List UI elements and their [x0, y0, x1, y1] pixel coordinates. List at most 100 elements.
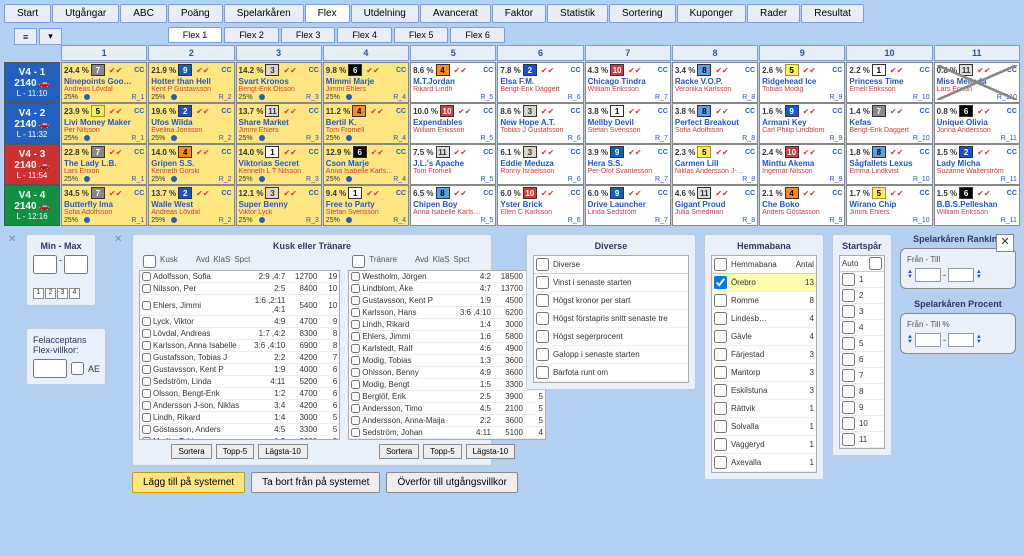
horse-cell[interactable]: 3.9 %9✔✔CCHera S.S.Per-Olof SvantessonR_…	[585, 144, 671, 185]
horse-cell[interactable]: 13.7 %2✔✔CCWalle WestAndreas Lövdal25%R_…	[148, 185, 234, 226]
panel-handle[interactable]: ✕	[8, 234, 18, 245]
hemma-option[interactable]: Mantorp3	[712, 364, 816, 382]
table-row[interactable]: Sedström, Linda4:1152006	[140, 376, 339, 388]
hemma-option[interactable]: Romme8	[712, 292, 816, 310]
table-row[interactable]: Modig, Tobias1:336005	[140, 436, 339, 440]
subnav-5[interactable]: Flex 6	[450, 27, 505, 43]
rank-from-input[interactable]	[915, 268, 941, 282]
pct-to-input[interactable]	[948, 333, 974, 347]
btn-topp-5[interactable]: Topp-5	[423, 444, 461, 459]
hemma-option[interactable]: Färjestad3	[712, 346, 816, 364]
nav-resultat[interactable]: Resultat	[801, 4, 864, 23]
horse-cell[interactable]: 23.9 %5✔✔CCLivi Money MakerPer Nilsson25…	[61, 103, 147, 144]
table-row[interactable]: Karlsson, Anna Isabelle3:6 ,4:1069008	[140, 340, 339, 352]
table-row[interactable]: Andersson, Timo4:521005	[349, 403, 545, 415]
minmax-3[interactable]: 3	[57, 288, 68, 299]
spin-up-icon[interactable]: ▲▼	[907, 335, 913, 345]
table-row[interactable]: Lindh, Rikard1:430005	[140, 412, 339, 424]
spin-down-icon[interactable]: ▲▼	[976, 335, 982, 345]
table-row[interactable]: Lindblom, Åke4:71370010	[349, 283, 545, 295]
horse-cell[interactable]: 9.4 %1✔✔CCFree to PartyStefan Svensson25…	[323, 185, 409, 226]
btn-lägsta-10[interactable]: Lägsta-10	[466, 444, 516, 459]
table-row[interactable]: Gustavsson, Kent P1:9450010	[349, 295, 545, 307]
nav-spelarkåren[interactable]: Spelarkåren	[224, 4, 304, 23]
diverse-all-checkbox[interactable]	[536, 258, 549, 271]
horse-cell[interactable]: 2.1 %4✔✔CCChe BokoAnders GöstassonR_9	[759, 185, 845, 226]
kusk-checkbox[interactable]	[143, 255, 156, 268]
subnav-1[interactable]: Flex 2	[224, 27, 279, 43]
hemma-option[interactable]: Örebro13	[712, 274, 816, 292]
table-row[interactable]: Modig, Bengt1:533006	[349, 379, 545, 391]
hemma-option[interactable]: Axevalla1	[712, 454, 816, 472]
spin-down-icon[interactable]: ▲▼	[976, 270, 982, 280]
horse-cell[interactable]: 0.8 %11✔✔CCMiss MelindaLars ErixonR_110	[934, 62, 1020, 103]
diverse-option[interactable]: Högst kronor per start	[534, 292, 688, 310]
nav-rader[interactable]: Rader	[747, 4, 800, 23]
max-input[interactable]	[64, 255, 88, 274]
ae-checkbox[interactable]	[71, 362, 84, 375]
nav-statistik[interactable]: Statistik	[547, 4, 608, 23]
hemma-option[interactable]: Solvalla1	[712, 418, 816, 436]
diverse-option[interactable]: Galopp i senaste starten	[534, 346, 688, 364]
horse-cell[interactable]: 6.5 %8✔✔CCChipen BoyAnna Isabelle Karls……	[410, 185, 496, 226]
horse-cell[interactable]: 14.0 %4✔✔CCGripen S.S.Kenneth Gorski25%R…	[148, 144, 234, 185]
horse-cell[interactable]: 3.4 %8✔✔CCRacke V.O.P.Veronika KarlssonR…	[672, 62, 758, 103]
subnav-2[interactable]: Flex 3	[281, 27, 336, 43]
horse-cell[interactable]: 8.6 %4✔✔CCM.T.JordanRikard LindhR_5	[410, 62, 496, 103]
hemma-option[interactable]: Lindesberg4	[712, 310, 816, 328]
startspar-row[interactable]: 1	[840, 272, 884, 288]
horse-cell[interactable]: 1.7 %5✔✔CCWirano ChipJimmi EhlersR_10	[846, 185, 932, 226]
nav-avancerat[interactable]: Avancerat	[420, 4, 491, 23]
horse-cell[interactable]: 34.5 %7✔✔CCButterfly ImaSofia Adolfsson2…	[61, 185, 147, 226]
tranare-checkbox[interactable]	[352, 255, 365, 268]
horse-cell[interactable]: 7.5 %11✔✔CCJ.L.'s ApacheTom FromellR_5	[410, 144, 496, 185]
horse-cell[interactable]: 1.8 %8✔✔CCSågfallets LexusEmma Lindkvist…	[846, 144, 932, 185]
table-row[interactable]: Lindh, Rikard1:430006	[349, 319, 545, 331]
horse-cell[interactable]: 6.0 %10✔✔CCYster BrickEllen C KarlssonR_…	[497, 185, 583, 226]
horse-cell[interactable]: 2.6 %5✔✔CCRidgehead IceTobias ModigR_9	[759, 62, 845, 103]
pct-from-input[interactable]	[915, 333, 941, 347]
startspar-row[interactable]: 7	[840, 368, 884, 384]
subnav-3[interactable]: Flex 4	[337, 27, 392, 43]
subnav-0[interactable]: Flex 1	[168, 27, 223, 43]
horse-cell[interactable]: 2.3 %5✔✔CCCarmen LillNiklas Andersson J-…	[672, 144, 758, 185]
table-row[interactable]: Gustavsson, Kent P1:940006	[140, 364, 339, 376]
horse-cell[interactable]: 24.4 %7✔✔CCNinepoints Goo…Andreas Lövdal…	[61, 62, 147, 103]
nav-utgångar[interactable]: Utgångar	[52, 4, 119, 23]
nav-start[interactable]: Start	[4, 4, 51, 23]
diverse-option[interactable]: Högst segerprocent	[534, 328, 688, 346]
fela-input[interactable]	[33, 359, 67, 378]
race-label[interactable]: V4 - 32140 🚗L - 11:54	[4, 144, 60, 185]
startspar-row[interactable]: 5	[840, 336, 884, 352]
horse-cell[interactable]: 4.3 %10✔✔CCChicago TindraWilliam Eriksso…	[585, 62, 671, 103]
horse-cell[interactable]: 3.8 %1✔✔CCMellby DevilStefan SvenssonR_7	[585, 103, 671, 144]
horse-cell[interactable]: 14.0 %1✔✔CCViktorias SecretKenneth L T N…	[236, 144, 322, 185]
horse-cell[interactable]: 13.7 %11✔✔CCShare MarketJimmi Ehlers25%R…	[236, 103, 322, 144]
table-row[interactable]: Westholm, Jörgen4:21850014	[349, 271, 545, 283]
hemma-option[interactable]: Gävle4	[712, 328, 816, 346]
horse-cell[interactable]: 3.8 %8✔✔CCPerfect BreakoutSofia Adolfsso…	[672, 103, 758, 144]
action-2[interactable]: Överför till utgångsvillkor	[386, 472, 517, 493]
minmax-1[interactable]: 1	[33, 288, 44, 299]
startspar-row[interactable]: 11	[840, 432, 884, 448]
race-label[interactable]: V4 - 42140 🚗L - 12:16	[4, 185, 60, 226]
subnav-4[interactable]: Flex 5	[394, 27, 449, 43]
table-row[interactable]: Ehlers, Jimmi1:658006	[349, 331, 545, 343]
horse-cell[interactable]: 1.4 %7✔✔CCKefasBengt-Erik DaggertR_10	[846, 103, 932, 144]
action-0[interactable]: Lägg till på systemet	[132, 472, 245, 493]
horse-cell[interactable]: 9.8 %6✔✔CCMimmi MarjeJimmi Ehlers25%R_4	[323, 62, 409, 103]
horse-cell[interactable]: 6.1 %3✔✔CCEddie MeduzaRonny IsraelssonR_…	[497, 144, 583, 185]
btn-sortera[interactable]: Sortera	[379, 444, 419, 459]
nav-utdelning[interactable]: Utdelning	[351, 4, 419, 23]
startspar-row[interactable]: 8	[840, 384, 884, 400]
table-row[interactable]: Andersson J-son, Niklas3:442006	[140, 400, 339, 412]
nav-poäng[interactable]: Poäng	[168, 4, 223, 23]
minmax-2[interactable]: 2	[45, 288, 56, 299]
horse-cell[interactable]: 11.2 %4✔✔CCBertil K.Tom Fromell25%R_4	[323, 103, 409, 144]
toolbar-btn-1[interactable]: ≡	[14, 28, 37, 45]
horse-cell[interactable]: 1.5 %6✔✔CCB.B.S.PelleshanWilliam Eriksso…	[934, 185, 1020, 226]
startspar-row[interactable]: 3	[840, 304, 884, 320]
table-row[interactable]: Sedström, Johan4:1151004	[349, 427, 545, 439]
auto-checkbox[interactable]	[869, 257, 882, 270]
nav-sortering[interactable]: Sortering	[609, 4, 676, 23]
